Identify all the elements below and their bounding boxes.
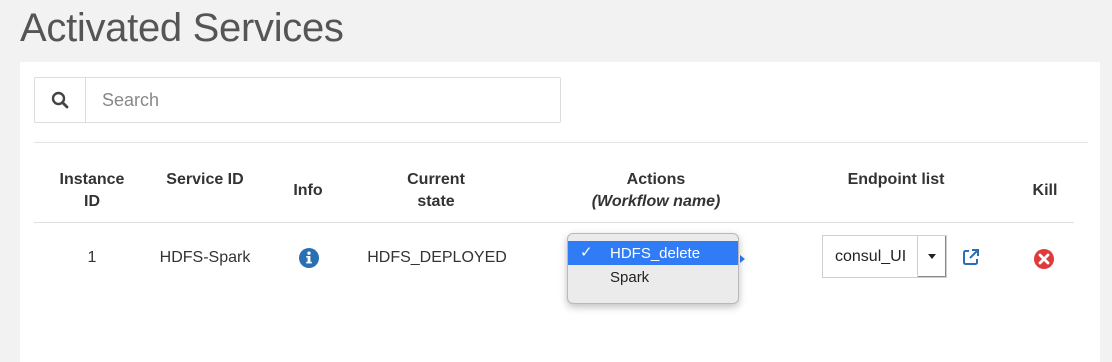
dropdown-arrow-icon xyxy=(740,255,745,263)
option-label: Spark xyxy=(610,268,650,286)
services-panel: Instance ID Service ID Info Current stat… xyxy=(20,62,1100,362)
header-endpoint-list: Endpoint list xyxy=(847,171,945,188)
search-bar xyxy=(34,77,561,123)
endpoint-select[interactable]: consul_UI xyxy=(822,235,947,278)
external-link-icon[interactable] xyxy=(962,248,980,266)
search-input[interactable] xyxy=(86,78,560,122)
option-label: HDFS_delete xyxy=(610,244,701,262)
header-instance-id: Instance ID xyxy=(59,171,125,210)
page-title: Activated Services xyxy=(20,6,344,50)
header-kill: Kill xyxy=(1032,182,1058,199)
search-icon[interactable] xyxy=(35,78,86,122)
endpoint-select-value: consul_UI xyxy=(835,247,907,265)
actions-dropdown-menu[interactable]: ✓ HDFS_delete Spark xyxy=(567,233,739,304)
dropdown-option-spark[interactable]: Spark xyxy=(568,265,738,289)
cell-service-id: HDFS-Spark xyxy=(159,249,251,266)
header-actions-label: Actions xyxy=(626,171,686,188)
cell-instance-id: 1 xyxy=(87,249,97,266)
header-actions: Actions (Workflow name) xyxy=(566,169,746,213)
cell-current-state: HDFS_DEPLOYED xyxy=(367,249,507,266)
header-actions-sub: (Workflow name) xyxy=(591,193,721,210)
header-current-state: Current state xyxy=(407,171,465,210)
header-divider xyxy=(34,222,1074,223)
times-circle-icon[interactable] xyxy=(1033,248,1055,270)
chevron-down-icon[interactable] xyxy=(917,236,946,277)
header-service-id: Service ID xyxy=(166,171,244,188)
header-info: Info xyxy=(293,182,323,199)
checkmark-icon: ✓ xyxy=(580,244,593,261)
divider xyxy=(34,142,1088,143)
info-circle-icon[interactable] xyxy=(298,247,320,269)
dropdown-option-hdfs-delete[interactable]: ✓ HDFS_delete xyxy=(568,241,738,265)
